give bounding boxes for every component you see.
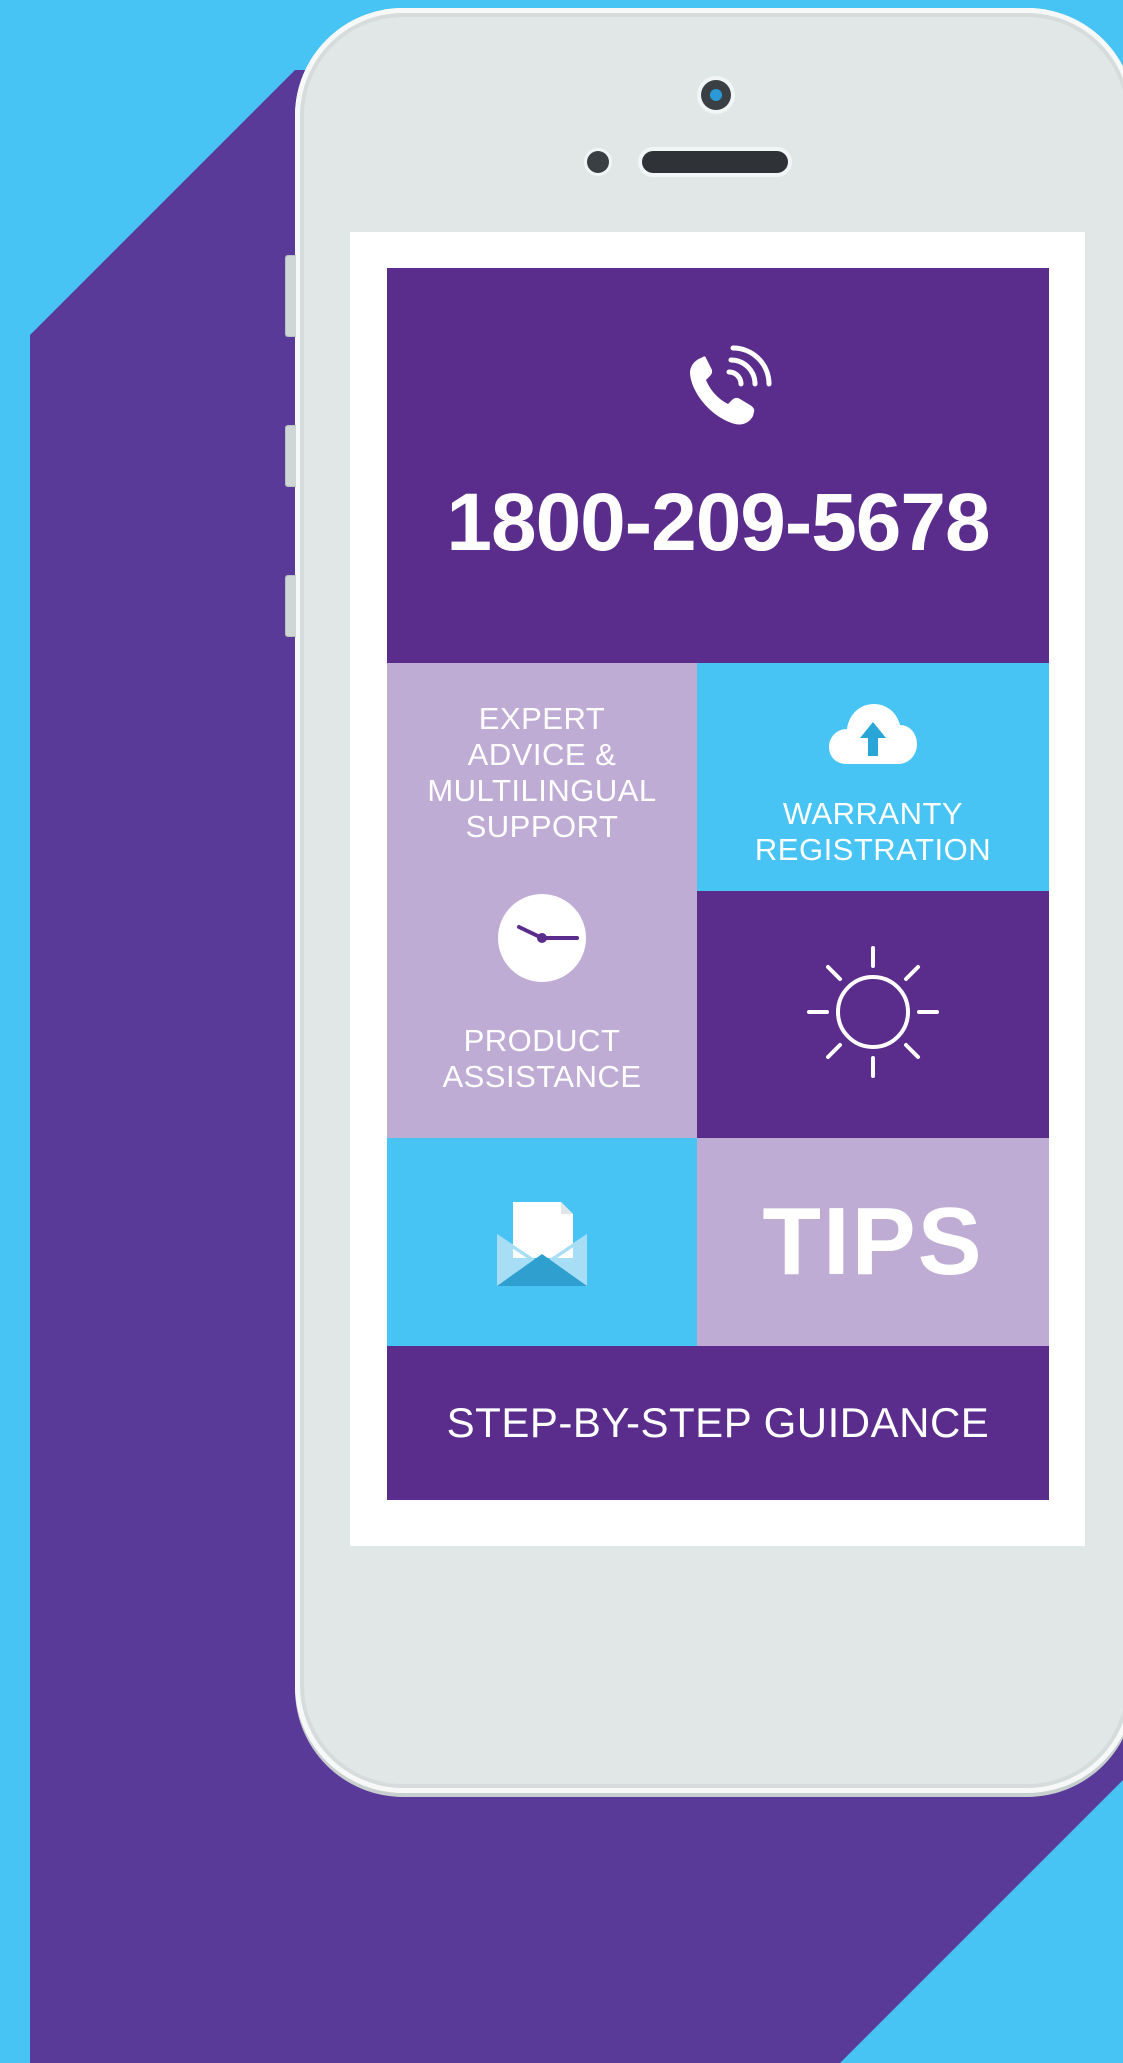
volume-down-button (285, 575, 296, 637)
sun-icon (807, 946, 939, 1078)
tips-label: TIPS (762, 1188, 984, 1295)
product-assistance-tile[interactable]: EXPERT ADVICE & MULTILINGUAL SUPPORT PRO… (387, 663, 697, 1138)
hotline-number: 1800-209-5678 (446, 477, 990, 568)
mute-switch (285, 255, 296, 337)
step-by-step-guidance-tile[interactable]: STEP-BY-STEP GUIDANCE (387, 1346, 1049, 1500)
warranty-registration-label: WARRANTY REGISTRATION (754, 796, 992, 867)
earpiece-speaker (642, 151, 788, 173)
sun-tile[interactable] (697, 891, 1049, 1138)
envelope-icon (495, 1196, 589, 1290)
phone-ringing-icon (677, 338, 777, 438)
proximity-sensor (587, 151, 609, 173)
volume-up-button (285, 425, 296, 487)
hotline-tile[interactable]: 1800-209-5678 (387, 268, 1049, 663)
clock-icon (497, 893, 587, 983)
mail-tile[interactable] (387, 1138, 697, 1346)
guidance-label: STEP-BY-STEP GUIDANCE (446, 1399, 990, 1446)
front-camera (701, 80, 731, 110)
warranty-registration-tile[interactable]: WARRANTY REGISTRATION (697, 663, 1049, 891)
tips-tile[interactable]: TIPS (697, 1138, 1049, 1346)
expert-advice-label: EXPERT ADVICE & MULTILINGUAL SUPPORT (427, 701, 657, 844)
product-assistance-label: PRODUCT ASSISTANCE (442, 1023, 642, 1094)
cloud-upload-icon (827, 698, 919, 768)
